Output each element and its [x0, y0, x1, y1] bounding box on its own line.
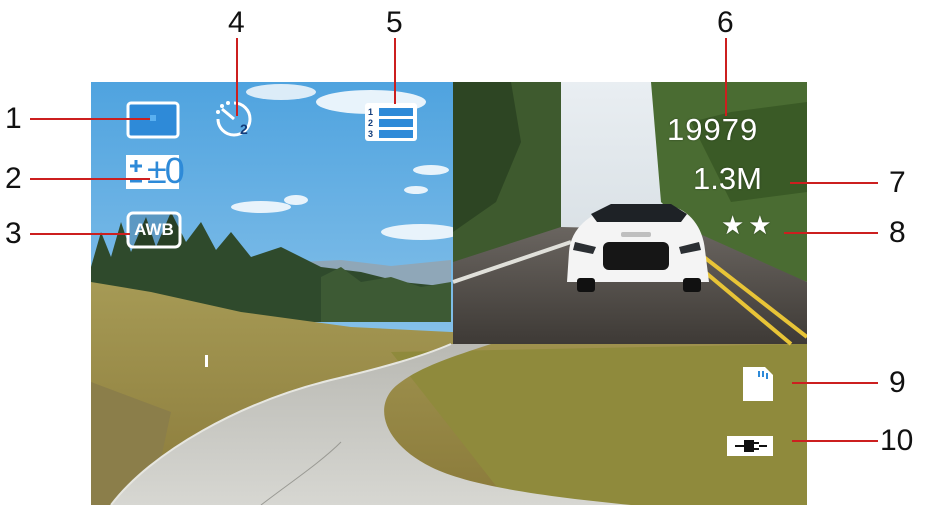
callout-number-10: 10 [880, 424, 914, 457]
callout-line-1 [30, 118, 150, 120]
self-timer-value: 2 [240, 121, 248, 137]
callout-number-3: 3 [5, 217, 22, 250]
callout-line-5 [394, 38, 396, 104]
callout-line-4 [236, 38, 238, 116]
callout-number-4: 4 [228, 6, 245, 39]
scene-mode-icon[interactable] [126, 101, 180, 139]
ev-value-label: ±0 [147, 150, 185, 191]
callout-number-8: 8 [889, 216, 906, 249]
callout-number-2: 2 [5, 162, 22, 195]
callout-line-10 [792, 440, 878, 442]
capture-mode-icon[interactable]: 1 2 3 [363, 101, 419, 143]
camera-preview-screen: ±0 AWB 2 1 2 3 19979 1.3M ★★ [91, 82, 807, 505]
callout-number-9: 9 [889, 366, 906, 399]
callout-number-6: 6 [717, 6, 734, 39]
callout-line-8 [784, 232, 878, 234]
svg-text:2: 2 [368, 118, 373, 128]
resolution-label: 1.3M [693, 161, 762, 196]
callout-line-3 [30, 233, 130, 235]
power-plug-icon [725, 433, 775, 459]
callout-line-9 [792, 382, 878, 384]
sd-card-icon [741, 365, 775, 403]
quality-stars: ★★ [721, 210, 776, 240]
shots-remaining: 19979 [667, 112, 759, 147]
awb-label: AWB [134, 220, 174, 239]
callout-number-5: 5 [386, 6, 403, 39]
svg-text:3: 3 [368, 129, 373, 139]
callout-line-6 [725, 38, 727, 116]
callout-number-7: 7 [889, 166, 906, 199]
white-balance-icon[interactable]: AWB [126, 211, 182, 249]
callout-line-2 [30, 178, 150, 180]
callout-line-7 [790, 182, 878, 184]
callout-number-1: 1 [5, 102, 22, 135]
exposure-compensation-icon[interactable]: ±0 [125, 150, 185, 193]
svg-text:1: 1 [368, 107, 373, 117]
